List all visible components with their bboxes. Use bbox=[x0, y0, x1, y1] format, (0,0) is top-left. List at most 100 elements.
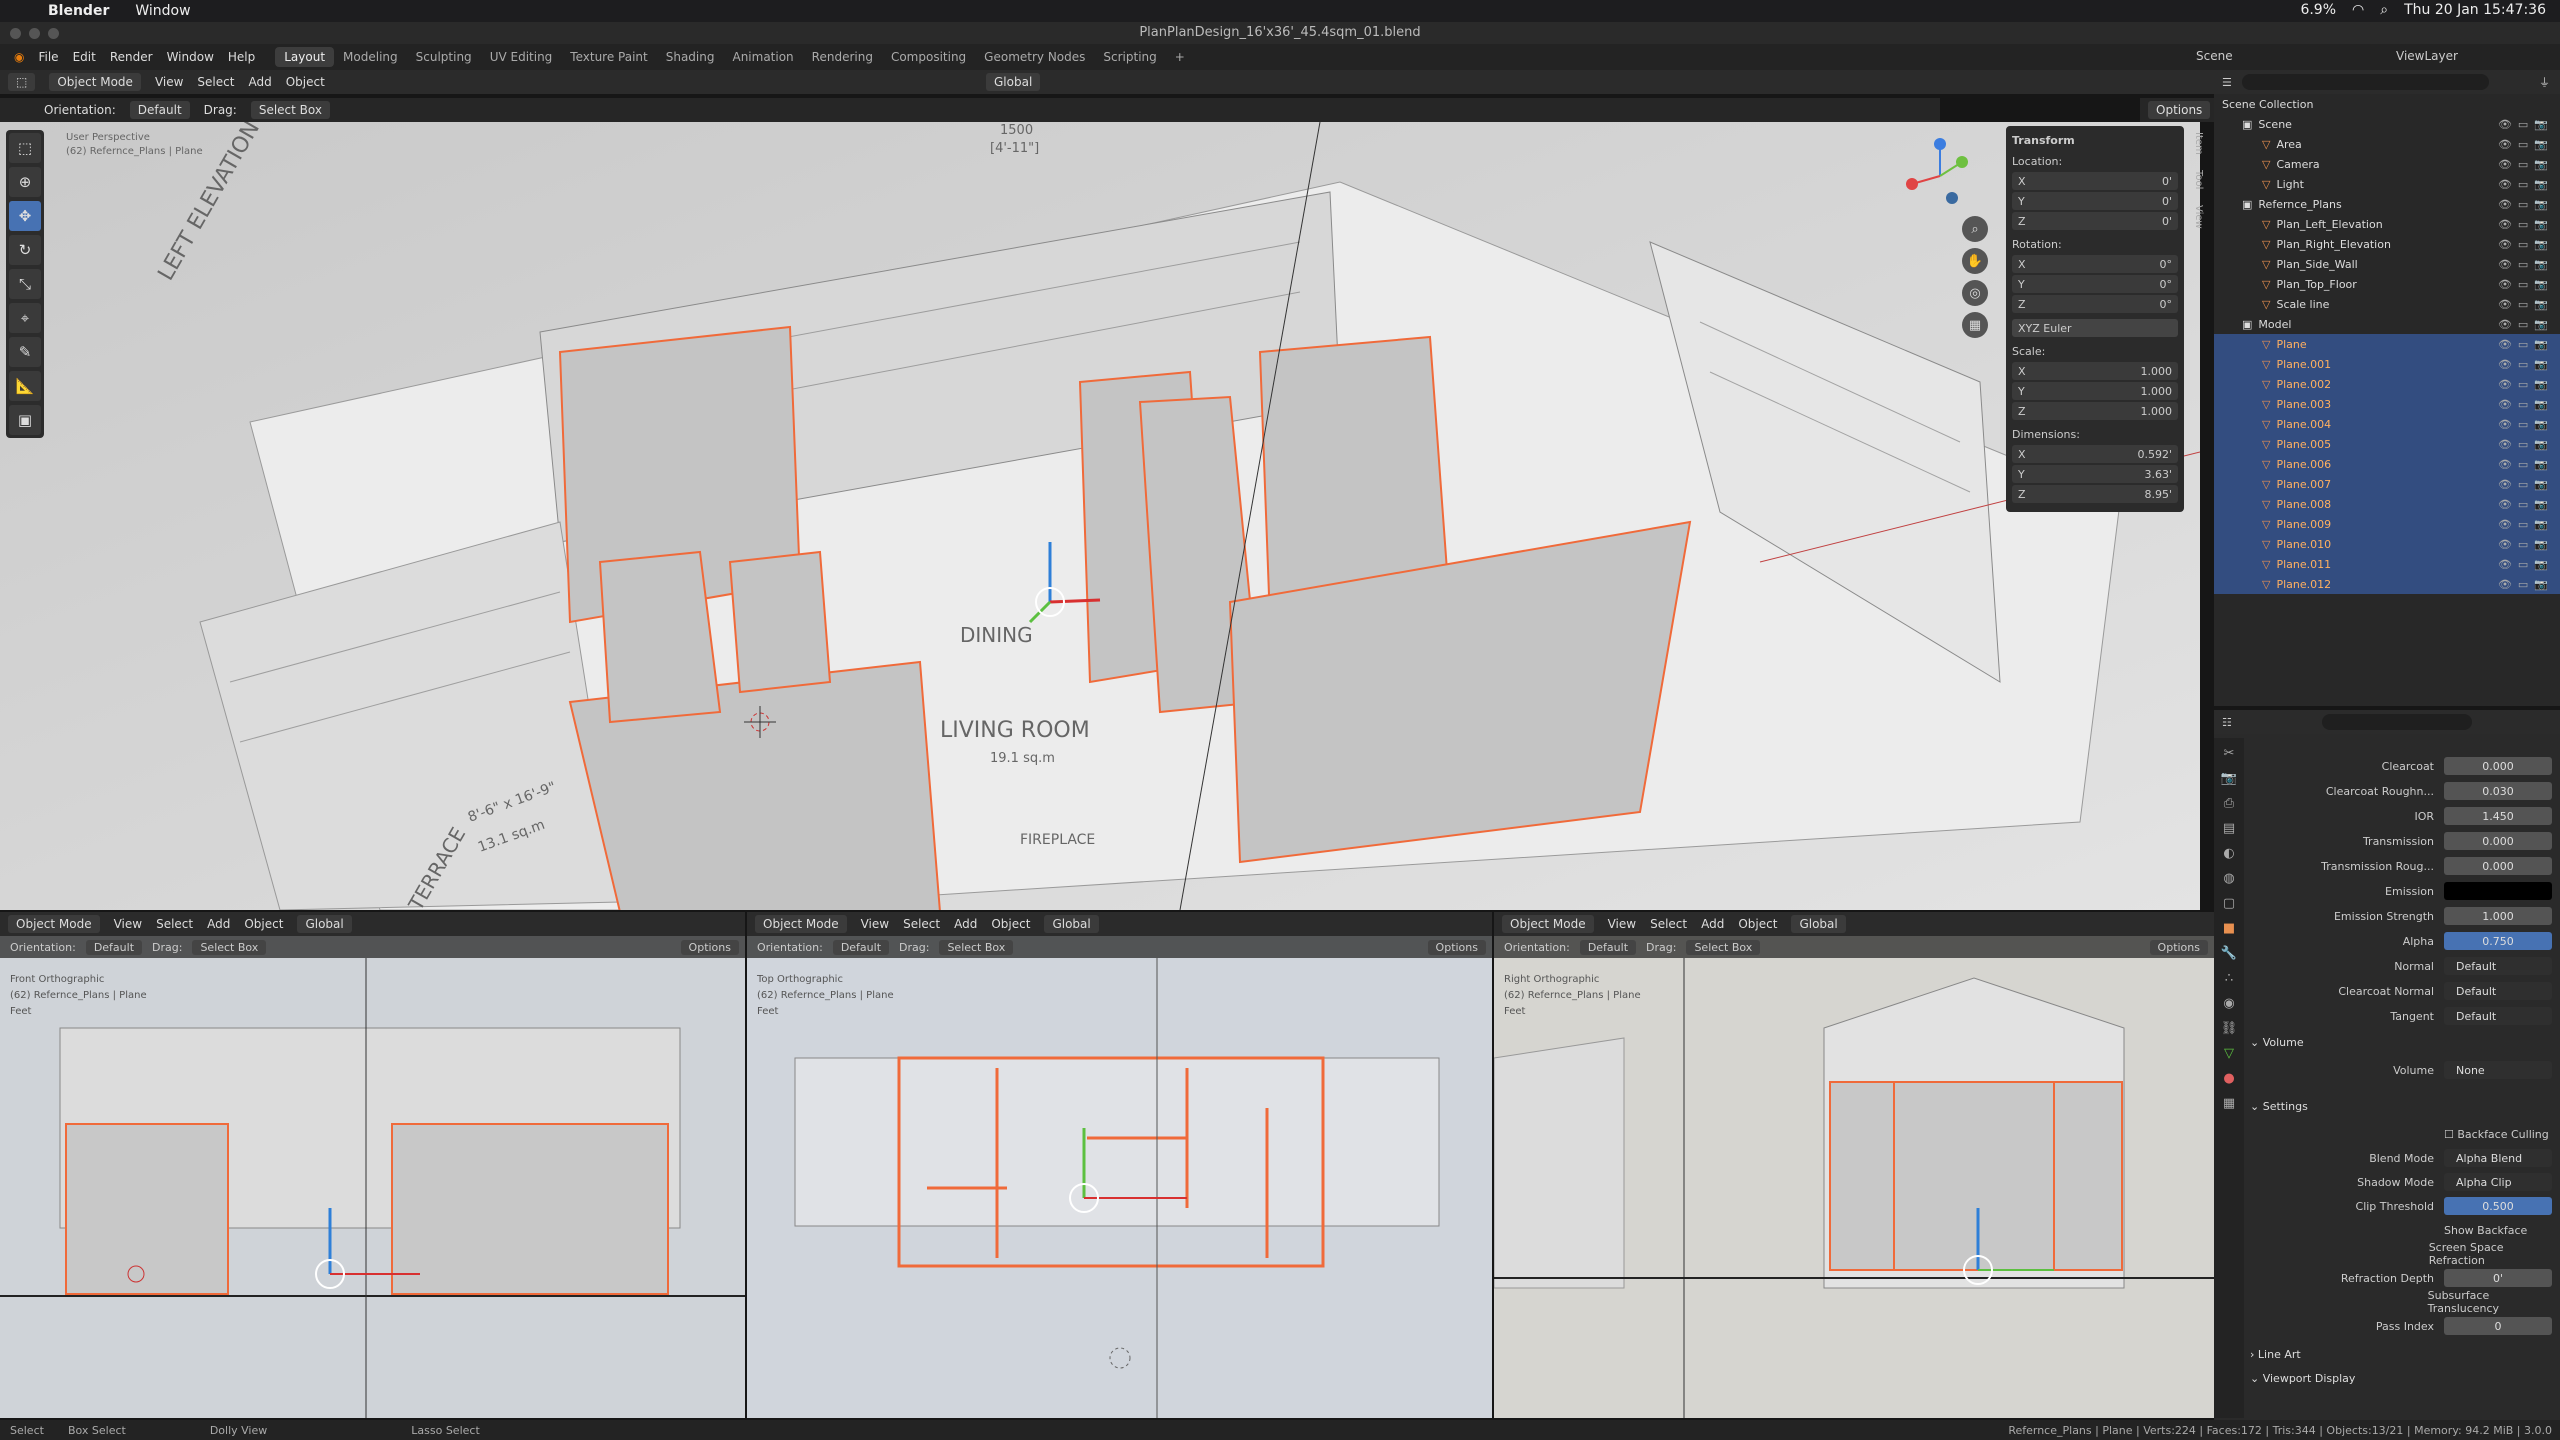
property-value-field[interactable]: 1.450 bbox=[2444, 807, 2552, 825]
visibility-toggle-icons[interactable]: 👁▭📷 bbox=[2498, 338, 2554, 351]
visibility-toggle-icons[interactable]: 👁▭📷 bbox=[2498, 278, 2554, 291]
front-view-object-menu[interactable]: Object bbox=[244, 917, 283, 931]
texture-tab-icon[interactable]: ▦ bbox=[2223, 1096, 2235, 1111]
visibility-toggle-icons[interactable]: 👁▭📷 bbox=[2498, 358, 2554, 371]
shadow-mode-dropdown[interactable]: Alpha Clip bbox=[2444, 1173, 2552, 1191]
property-value-field[interactable]: Default bbox=[2444, 957, 2552, 975]
property-value-field[interactable]: Default bbox=[2444, 1007, 2552, 1025]
pan-hand-icon[interactable]: ✋ bbox=[1962, 248, 1988, 274]
physics-tab-icon[interactable]: ◉ bbox=[2223, 996, 2234, 1011]
right-view-add-menu[interactable]: Add bbox=[1701, 917, 1724, 931]
camera-view-icon[interactable]: ◎ bbox=[1962, 280, 1988, 306]
front-orthographic-viewport[interactable]: Orientation: Default Drag: Select Box Opti… bbox=[0, 936, 745, 1418]
settings-section-header[interactable]: ⌄ Settings bbox=[2250, 1100, 2308, 1113]
top-view-view-menu[interactable]: View bbox=[861, 917, 889, 931]
visibility-toggle-icons[interactable]: 👁▭📷 bbox=[2498, 418, 2554, 431]
outliner-item[interactable]: ▽ Plane.002 👁▭📷 bbox=[2214, 374, 2560, 394]
outliner-item[interactable]: ▽ Plan_Right_Elevation 👁▭📷 bbox=[2214, 234, 2560, 254]
modifier-tab-icon[interactable]: 🔧 bbox=[2221, 946, 2237, 961]
property-value-field[interactable] bbox=[2444, 882, 2552, 900]
property-value-field[interactable]: Default bbox=[2444, 982, 2552, 1000]
outliner-item[interactable]: ▽ Plane.003 👁▭📷 bbox=[2214, 394, 2560, 414]
dimensions-z-field[interactable]: Z 8.95' bbox=[2012, 485, 2178, 503]
wifi-icon[interactable]: ◠ bbox=[2352, 2, 2364, 18]
property-value-field[interactable]: 0.750 bbox=[2444, 932, 2552, 950]
right-orthographic-viewport[interactable]: Orientation: Default Drag: Select Box Opti… bbox=[1494, 936, 2214, 1418]
visibility-toggle-icons[interactable]: 👁▭📷 bbox=[2498, 438, 2554, 451]
outliner-item[interactable]: ▣ Refernce_Plans 👁▭📷 bbox=[2214, 194, 2560, 214]
add-menu[interactable]: Add bbox=[248, 75, 271, 89]
top-view-object-menu[interactable]: Object bbox=[991, 917, 1030, 931]
outliner-root[interactable]: Scene Collection bbox=[2214, 94, 2560, 114]
tab-texture-paint[interactable]: Texture Paint bbox=[561, 47, 656, 67]
property-value-field[interactable]: 0.000 bbox=[2444, 857, 2552, 875]
front-view-select-menu[interactable]: Select bbox=[156, 917, 193, 931]
properties-search-input[interactable] bbox=[2321, 714, 2472, 730]
outliner-item[interactable]: ▽ Scale line 👁▭📷 bbox=[2214, 294, 2560, 314]
move-tool-icon[interactable]: ✥ bbox=[9, 201, 41, 231]
viewlayer-selector[interactable]: ViewLayer bbox=[2396, 49, 2458, 63]
rotation-mode-selector[interactable]: XYZ Euler bbox=[2012, 319, 2178, 337]
menu-file[interactable]: File bbox=[38, 50, 58, 64]
view-layer-tab-icon[interactable]: ▤ bbox=[2223, 821, 2235, 836]
battery-indicator[interactable]: 6.9% bbox=[2300, 2, 2336, 18]
view-menu[interactable]: View bbox=[155, 75, 183, 89]
blender-logo-icon[interactable]: ◉ bbox=[14, 50, 24, 64]
right-view-options-button[interactable]: Options bbox=[2149, 939, 2208, 955]
annotate-tool-icon[interactable]: ✎ bbox=[9, 337, 41, 367]
outliner-item[interactable]: ▽ Plane 👁▭📷 bbox=[2214, 334, 2560, 354]
visibility-toggle-icons[interactable]: 👁▭📷 bbox=[2498, 218, 2554, 231]
outliner-item[interactable]: ▽ Plane.007 👁▭📷 bbox=[2214, 474, 2560, 494]
location-z-field[interactable]: Z 0' bbox=[2012, 212, 2178, 230]
top-view-orientation-selector[interactable]: Global bbox=[1044, 915, 1099, 933]
front-view-add-menu[interactable]: Add bbox=[207, 917, 230, 931]
drag-selector[interactable]: Select Box bbox=[250, 101, 330, 119]
right-view-select-menu[interactable]: Select bbox=[1650, 917, 1687, 931]
outliner-item[interactable]: ▽ Plan_Left_Elevation 👁▭📷 bbox=[2214, 214, 2560, 234]
tab-rendering[interactable]: Rendering bbox=[803, 47, 882, 67]
rotation-z-field[interactable]: Z 0° bbox=[2012, 295, 2178, 313]
constraints-tab-icon[interactable]: ⛓ bbox=[2221, 1021, 2238, 1036]
outliner-item[interactable]: ▽ Plane.001 👁▭📷 bbox=[2214, 354, 2560, 374]
tab-tool[interactable]: Tool bbox=[2193, 164, 2204, 195]
orientation-selector[interactable]: Default bbox=[129, 101, 190, 119]
backface-culling-row[interactable]: ☐ Backface Culling bbox=[2250, 1124, 2552, 1144]
transform-title[interactable]: Transform bbox=[2012, 134, 2178, 147]
add-workspace-icon[interactable]: + bbox=[1166, 47, 1194, 67]
visibility-toggle-icons[interactable]: 👁▭📷 bbox=[2498, 238, 2554, 251]
location-x-field[interactable]: X 0' bbox=[2012, 172, 2178, 190]
select-box-tool-icon[interactable]: ⬚ bbox=[9, 133, 41, 163]
rotation-x-field[interactable]: X 0° bbox=[2012, 255, 2178, 273]
visibility-toggle-icons[interactable]: 👁▭📷 bbox=[2498, 118, 2554, 131]
mode-selector[interactable]: Object Mode bbox=[49, 73, 141, 91]
line-art-section-header[interactable]: › Line Art bbox=[2250, 1348, 2301, 1361]
visibility-toggle-icons[interactable]: 👁▭📷 bbox=[2498, 458, 2554, 471]
collection-tab-icon[interactable]: ▢ bbox=[2223, 896, 2235, 911]
search-icon[interactable]: ⌕ bbox=[2380, 2, 2388, 18]
viewport-display-section-header[interactable]: ⌄ Viewport Display bbox=[2250, 1372, 2355, 1385]
location-y-field[interactable]: Y 0' bbox=[2012, 192, 2178, 210]
top-view-select-menu[interactable]: Select bbox=[903, 917, 940, 931]
outliner-item[interactable]: ▽ Plane.008 👁▭📷 bbox=[2214, 494, 2560, 514]
scale-x-field[interactable]: X 1.000 bbox=[2012, 362, 2178, 380]
main-3d-viewport[interactable]: DINING LIVING ROOM 19.1 sq.m FIREPLACE T… bbox=[0, 122, 2200, 910]
object-tab-icon[interactable]: ■ bbox=[2223, 921, 2235, 936]
cursor-tool-icon[interactable]: ⊕ bbox=[9, 167, 41, 197]
properties-editor-icon[interactable]: ☷ bbox=[2222, 716, 2232, 729]
property-value-field[interactable]: 1.000 bbox=[2444, 907, 2552, 925]
visibility-toggle-icons[interactable]: 👁▭📷 bbox=[2498, 298, 2554, 311]
outliner-item[interactable]: ▽ Plane.005 👁▭📷 bbox=[2214, 434, 2560, 454]
blend-mode-dropdown[interactable]: Alpha Blend bbox=[2444, 1149, 2552, 1167]
menu-render[interactable]: Render bbox=[110, 50, 153, 64]
right-view-orientation-selector[interactable]: Global bbox=[1791, 915, 1846, 933]
menu-help[interactable]: Help bbox=[228, 50, 255, 64]
tab-geometry-nodes[interactable]: Geometry Nodes bbox=[975, 47, 1094, 67]
world-tab-icon[interactable]: ◍ bbox=[2223, 871, 2234, 886]
options-button[interactable]: Options bbox=[2148, 101, 2211, 119]
top-view-mode-selector[interactable]: Object Mode bbox=[755, 915, 847, 933]
tab-layout[interactable]: Layout bbox=[275, 47, 335, 67]
visibility-toggle-icons[interactable]: 👁▭📷 bbox=[2498, 378, 2554, 391]
add-cube-tool-icon[interactable]: ▣ bbox=[9, 405, 41, 435]
outliner-item[interactable]: ▽ Plane.009 👁▭📷 bbox=[2214, 514, 2560, 534]
property-value-field[interactable]: 0.030 bbox=[2444, 782, 2552, 800]
